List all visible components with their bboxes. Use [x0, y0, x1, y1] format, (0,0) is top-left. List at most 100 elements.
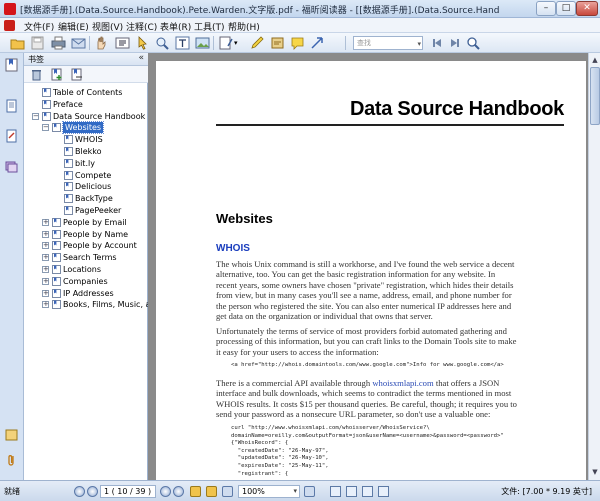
- expand-icon[interactable]: +: [42, 301, 49, 309]
- image-icon[interactable]: [195, 36, 210, 50]
- find-previous-icon[interactable]: [430, 36, 445, 50]
- expand-bookmark-icon[interactable]: [70, 68, 83, 81]
- bookmark-item[interactable]: Table of Contents: [24, 87, 148, 98]
- bookmark-item[interactable]: + IP Addresses: [24, 288, 148, 299]
- single-page-view-icon[interactable]: [330, 486, 341, 497]
- facing-view-icon[interactable]: [362, 486, 373, 497]
- bookmark-item[interactable]: bit.ly: [24, 158, 148, 169]
- layers-icon[interactable]: [5, 159, 18, 173]
- bookmark-item[interactable]: + Search Terms: [24, 252, 148, 263]
- zoom-select[interactable]: 100% ▾: [238, 485, 300, 498]
- bookmark-item[interactable]: Compete: [24, 170, 148, 181]
- first-page-icon[interactable]: [74, 486, 85, 497]
- bookmark-item[interactable]: Preface: [24, 99, 148, 110]
- expand-icon[interactable]: +: [42, 218, 49, 226]
- expand-icon[interactable]: +: [42, 242, 49, 250]
- last-page-icon[interactable]: [173, 486, 184, 497]
- delete-bookmark-icon[interactable]: [30, 68, 43, 81]
- typewriter-icon[interactable]: [218, 36, 233, 50]
- bookmark-item[interactable]: + People by Account: [24, 240, 148, 251]
- search-input[interactable]: 查找 ▾: [353, 36, 423, 50]
- menu-help[interactable]: 帮助(H): [228, 20, 260, 33]
- bookmark-label: IP Addresses: [63, 288, 114, 298]
- previous-page-icon[interactable]: [87, 486, 98, 497]
- vertical-scrollbar[interactable]: ▲ ▼: [588, 53, 600, 480]
- bookmark-item[interactable]: + People by Email: [24, 217, 148, 228]
- minimize-button[interactable]: –: [536, 1, 556, 16]
- zoom-dropdown-icon[interactable]: ▾: [293, 486, 297, 497]
- search-dropdown-icon[interactable]: ▾: [417, 38, 421, 50]
- expand-icon[interactable]: +: [42, 266, 49, 273]
- bookmarks-icon[interactable]: [5, 58, 18, 72]
- close-button[interactable]: ✕: [576, 1, 598, 16]
- pointer-icon[interactable]: [135, 36, 150, 50]
- menu-view[interactable]: 视图(V): [92, 20, 123, 33]
- bookmark-item[interactable]: + People by Name: [24, 229, 148, 240]
- menu-file[interactable]: 文件(F): [24, 20, 54, 33]
- expand-icon[interactable]: +: [42, 289, 49, 297]
- next-page-icon[interactable]: [160, 486, 171, 497]
- collapse-panel-button[interactable]: «: [138, 53, 144, 63]
- collapse-icon[interactable]: −: [42, 124, 49, 132]
- new-bookmark-icon[interactable]: [50, 68, 63, 81]
- open-folder-icon[interactable]: [10, 36, 25, 50]
- continuous-facing-view-icon[interactable]: [378, 486, 389, 497]
- expand-icon[interactable]: +: [42, 254, 49, 262]
- expand-icon[interactable]: +: [42, 230, 49, 238]
- bookmark-page-icon: [52, 229, 61, 239]
- zoom-icon[interactable]: [155, 36, 170, 50]
- email-icon[interactable]: [71, 36, 86, 50]
- paperclip-icon[interactable]: [5, 453, 18, 467]
- bookmark-page-icon: [52, 241, 61, 251]
- back-view-icon[interactable]: [190, 486, 201, 497]
- bookmark-item[interactable]: − Websites: [24, 121, 148, 135]
- page-number-field[interactable]: 1 ( 10 / 39 ): [100, 485, 156, 498]
- zoom-in-icon[interactable]: [304, 486, 315, 497]
- document-menu-icon[interactable]: [4, 20, 15, 31]
- highlight-icon[interactable]: [250, 36, 265, 50]
- bookmark-label: Websites: [61, 121, 105, 135]
- find-next-icon[interactable]: [447, 36, 462, 50]
- select-text-icon[interactable]: [115, 36, 130, 50]
- menu-tools[interactable]: 工具(T): [194, 20, 225, 33]
- pages-icon[interactable]: [5, 99, 18, 113]
- attachments-icon[interactable]: [5, 428, 18, 442]
- bookmark-item[interactable]: + Companies: [24, 276, 148, 287]
- print-icon[interactable]: [51, 36, 66, 50]
- save-icon[interactable]: [30, 36, 45, 50]
- zoom-out-icon[interactable]: [222, 486, 233, 497]
- document-viewport[interactable]: Data Source Handbook Websites WHOIS The …: [148, 53, 588, 491]
- bookmark-item[interactable]: WHOIS: [24, 134, 148, 145]
- bookmark-label: Companies: [63, 276, 108, 286]
- search-icon[interactable]: [466, 36, 481, 50]
- bookmark-item[interactable]: Delicious: [24, 181, 148, 192]
- menu-comment[interactable]: 注释(C): [126, 20, 157, 33]
- typewriter-dropdown-icon[interactable]: ▾: [234, 36, 242, 50]
- note-icon[interactable]: [290, 36, 305, 50]
- scroll-thumb[interactable]: [590, 67, 600, 125]
- hand-tool-icon[interactable]: [94, 36, 109, 50]
- menu-form[interactable]: 表单(R): [160, 20, 191, 33]
- bookmark-item[interactable]: PagePeeker: [24, 205, 148, 216]
- forward-view-icon[interactable]: [206, 486, 217, 497]
- comments-icon[interactable]: [5, 129, 18, 143]
- scroll-up-icon[interactable]: ▲: [590, 55, 600, 65]
- text-tool-icon[interactable]: [175, 36, 190, 50]
- bookmark-item[interactable]: + Locations: [24, 264, 148, 275]
- bookmark-label: WHOIS: [75, 135, 103, 145]
- scroll-down-icon[interactable]: ▼: [590, 467, 600, 477]
- bookmark-item[interactable]: Blekko: [24, 146, 148, 157]
- stamp-icon[interactable]: [270, 36, 285, 50]
- menu-edit[interactable]: 编辑(E): [58, 20, 89, 33]
- collapse-icon[interactable]: −: [32, 112, 39, 120]
- arrow-tool-icon[interactable]: [310, 36, 325, 50]
- bookmark-item[interactable]: BackType: [24, 193, 148, 204]
- bookmark-label: Compete: [75, 170, 112, 180]
- whoisxmlapi-link[interactable]: whoisxmlapi.com: [372, 378, 433, 388]
- bookmark-item[interactable]: + Books, Films, Music, and: [24, 299, 148, 310]
- maximize-button[interactable]: □: [556, 1, 576, 16]
- bookmark-page-icon: [64, 135, 73, 145]
- continuous-view-icon[interactable]: [346, 486, 357, 497]
- bookmark-item[interactable]: − Data Source Handbook: [24, 111, 148, 122]
- expand-icon[interactable]: +: [42, 277, 49, 285]
